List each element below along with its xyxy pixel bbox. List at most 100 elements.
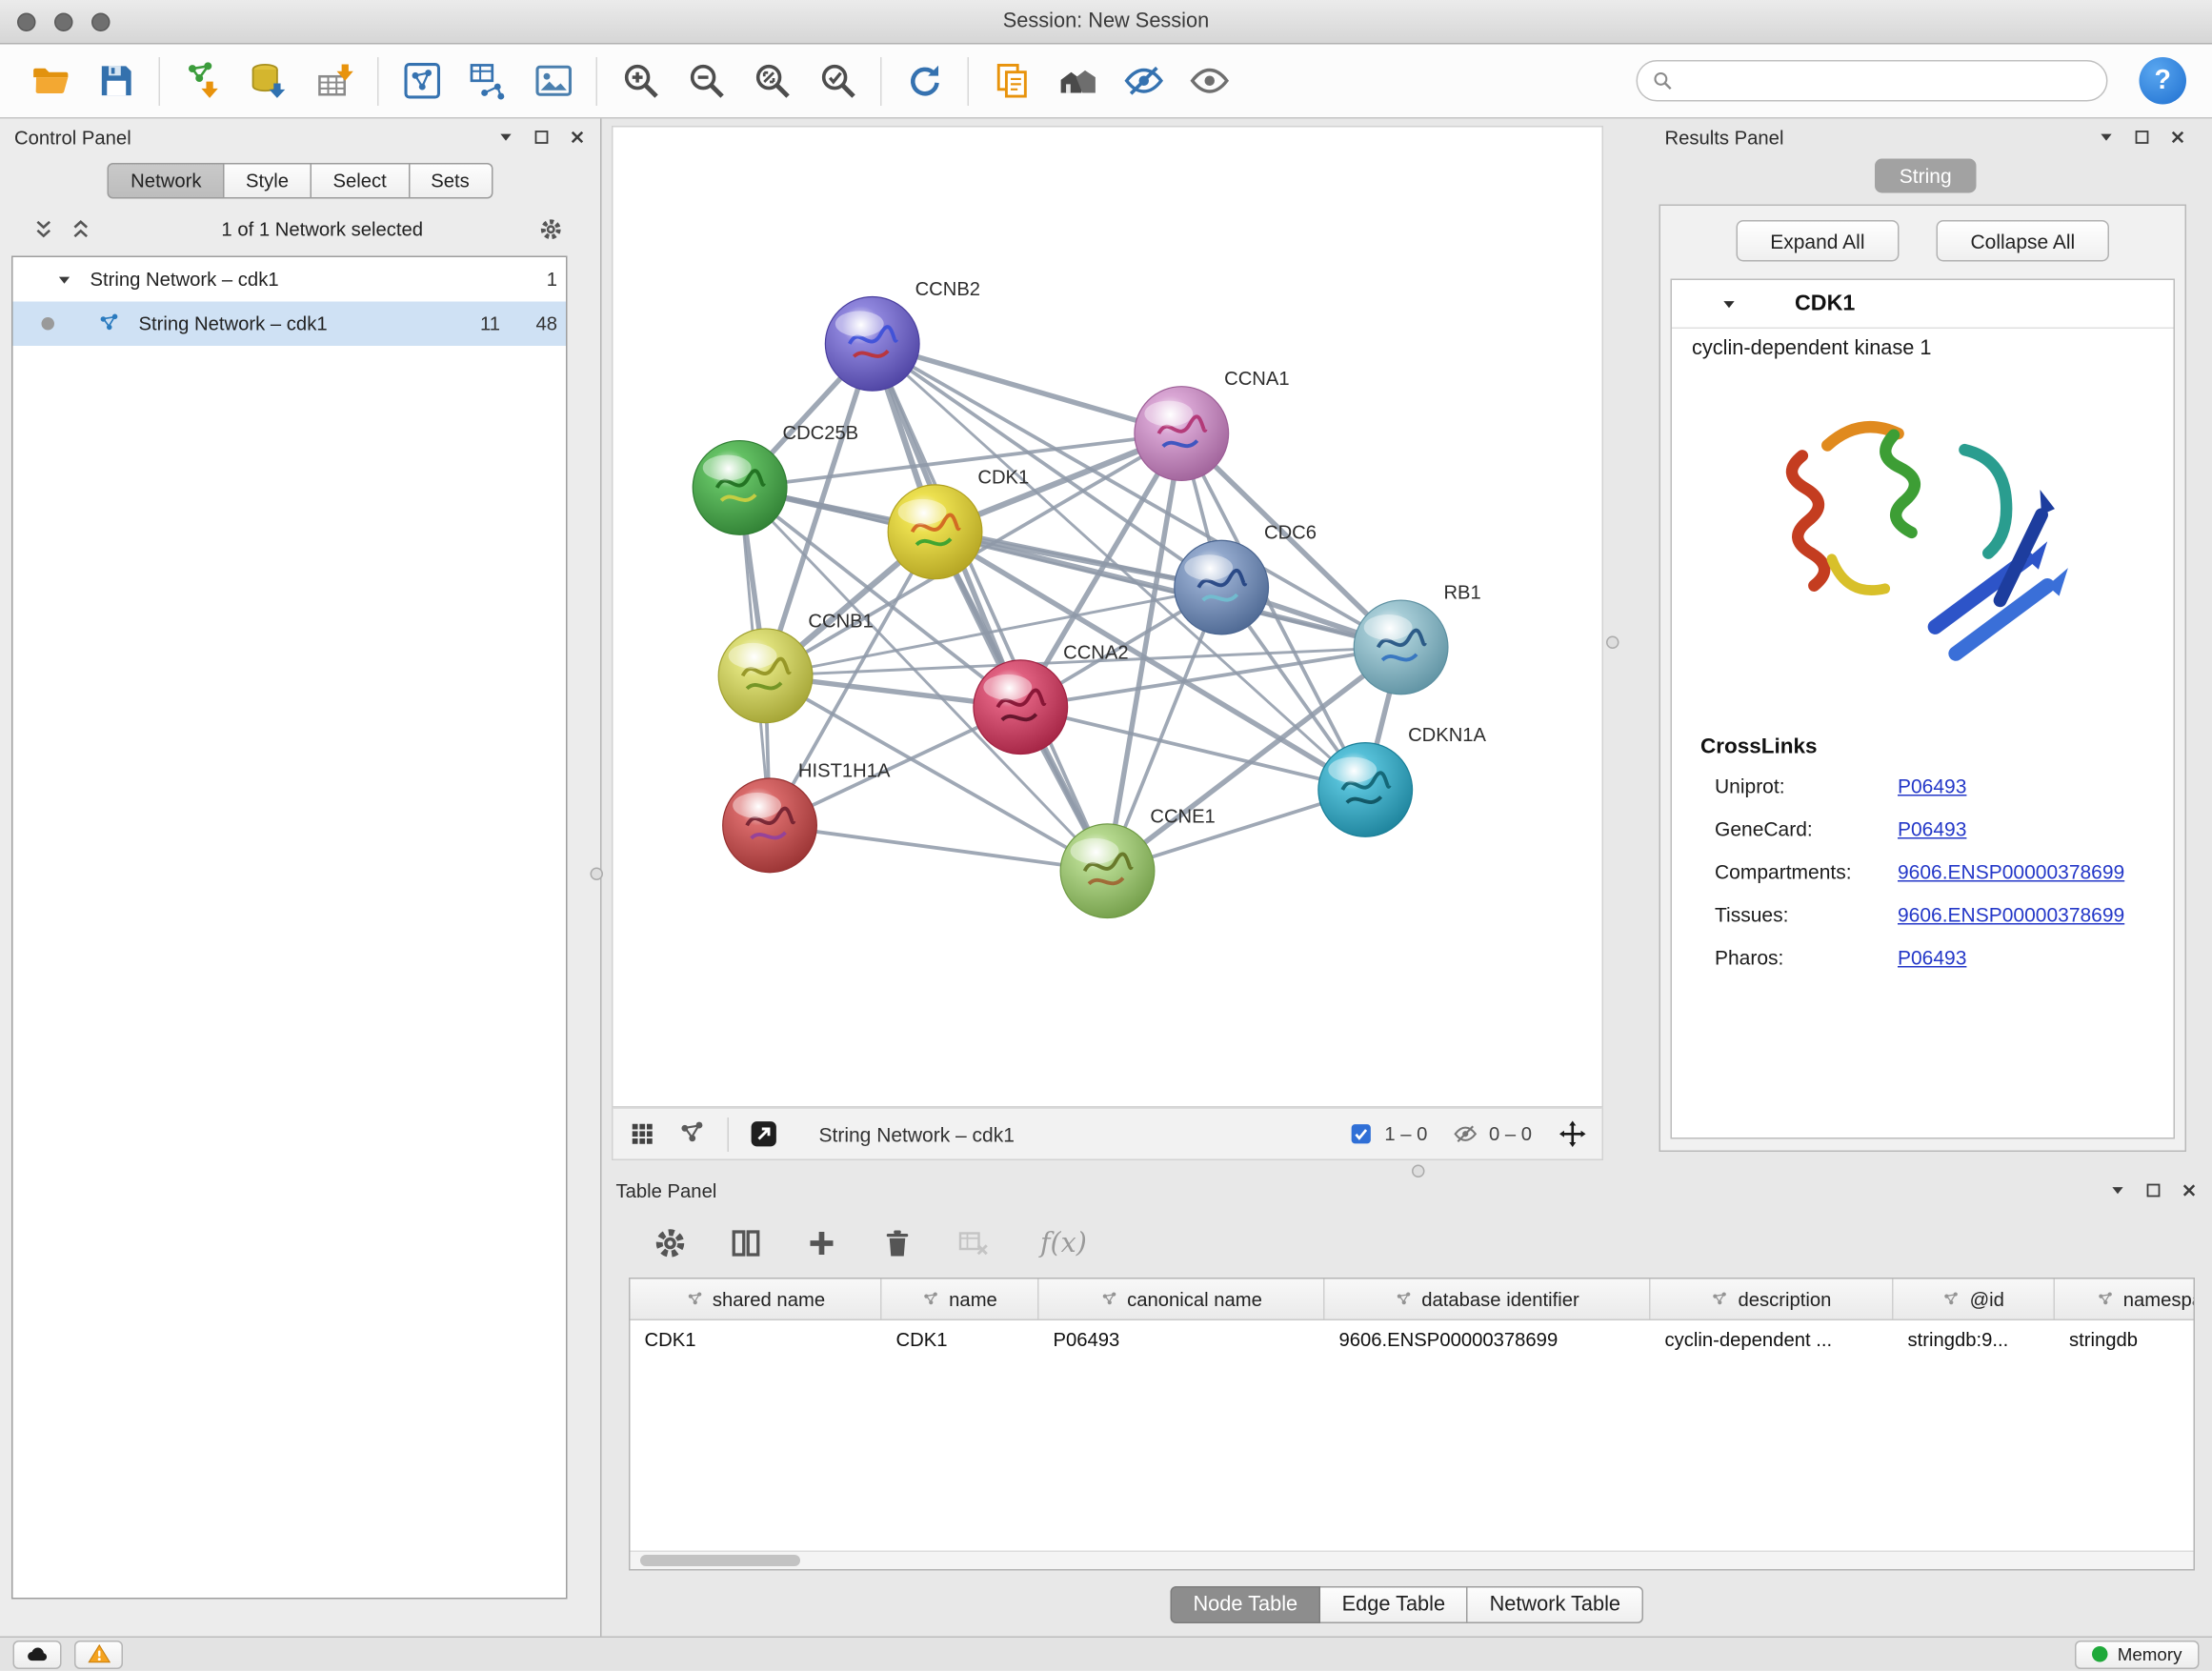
splitter-handle[interactable] bbox=[591, 868, 604, 881]
open-in-new-window-icon[interactable] bbox=[749, 1119, 779, 1150]
network-row[interactable]: String Network – cdk1 11 48 bbox=[13, 302, 567, 347]
panel-menu-icon[interactable] bbox=[497, 129, 514, 146]
table-cell[interactable]: 9606.ENSP00000378699 bbox=[1325, 1329, 1651, 1351]
network-node-cdkn1a[interactable] bbox=[1318, 743, 1413, 837]
window-minimize-button[interactable] bbox=[54, 12, 73, 31]
zoom-selected-button[interactable] bbox=[805, 50, 871, 111]
column-header-canonical-name[interactable]: canonical name bbox=[1039, 1279, 1325, 1319]
column-header-shared-name[interactable]: shared name bbox=[631, 1279, 882, 1319]
collapse-tree-icon[interactable] bbox=[31, 216, 56, 241]
tab-select[interactable]: Select bbox=[312, 163, 410, 199]
network-from-table-button[interactable] bbox=[454, 50, 520, 111]
panel-float-icon[interactable] bbox=[533, 129, 551, 146]
grid-view-icon[interactable] bbox=[628, 1119, 658, 1150]
panel-menu-icon[interactable] bbox=[2098, 129, 2115, 146]
table-cell[interactable]: CDK1 bbox=[882, 1329, 1039, 1351]
delete-column-button[interactable] bbox=[869, 1218, 926, 1269]
network-node-ccnb1[interactable] bbox=[718, 629, 813, 723]
show-graphics-button[interactable] bbox=[1176, 50, 1242, 111]
network-node-cdc25b[interactable] bbox=[693, 441, 787, 535]
hide-graphics-button[interactable] bbox=[1111, 50, 1176, 111]
expander-icon[interactable] bbox=[56, 271, 73, 288]
table-cell[interactable]: CDK1 bbox=[631, 1329, 882, 1351]
panel-float-icon[interactable] bbox=[2145, 1182, 2162, 1199]
import-table-file-button[interactable] bbox=[302, 50, 368, 111]
crosslink-link[interactable]: 9606.ENSP00000378699 bbox=[1898, 894, 2124, 936]
search-field[interactable] bbox=[1637, 60, 2108, 102]
export-image-button[interactable] bbox=[520, 50, 586, 111]
string-tab-badge[interactable]: String bbox=[1875, 159, 1976, 193]
refresh-view-button[interactable] bbox=[892, 50, 957, 111]
network-node-rb1[interactable] bbox=[1354, 600, 1448, 695]
collapse-all-button[interactable]: Collapse All bbox=[1937, 220, 2110, 262]
panel-float-icon[interactable] bbox=[2134, 129, 2151, 146]
tab-network-table[interactable]: Network Table bbox=[1468, 1586, 1643, 1623]
table-cell[interactable]: cyclin-dependent ... bbox=[1651, 1329, 1894, 1351]
network-node-hist1h1a[interactable] bbox=[723, 778, 817, 873]
tab-style[interactable]: Style bbox=[224, 163, 312, 199]
splitter-handle[interactable] bbox=[1412, 1165, 1425, 1178]
table-cell[interactable]: P06493 bbox=[1039, 1329, 1325, 1351]
protein-section-header[interactable]: CDK1 bbox=[1672, 280, 2174, 329]
network-node-ccna1[interactable] bbox=[1135, 387, 1229, 481]
network-edge[interactable] bbox=[770, 825, 1107, 871]
network-node-ccnb2[interactable] bbox=[825, 296, 919, 391]
network-canvas[interactable]: CCNB2CCNA1CDC25BCDK1CDC6RB1CCNB1CCNA2CDK… bbox=[612, 126, 1603, 1108]
tab-network[interactable]: Network bbox=[108, 163, 224, 199]
pan-move-icon[interactable] bbox=[1558, 1119, 1588, 1150]
window-close-button[interactable] bbox=[17, 12, 36, 31]
column-header-name[interactable]: name bbox=[882, 1279, 1039, 1319]
show-columns-button[interactable] bbox=[717, 1218, 774, 1269]
panel-close-icon[interactable] bbox=[2169, 129, 2186, 146]
network-node-cdk1[interactable] bbox=[888, 485, 982, 579]
section-expander-icon[interactable] bbox=[1720, 295, 1738, 312]
help-button[interactable]: ? bbox=[2140, 57, 2187, 105]
crosslink-link[interactable]: P06493 bbox=[1898, 808, 1966, 851]
window-zoom-button[interactable] bbox=[91, 12, 111, 31]
new-network-button[interactable] bbox=[389, 50, 454, 111]
expand-all-button[interactable]: Expand All bbox=[1736, 220, 1899, 262]
zoom-out-button[interactable] bbox=[674, 50, 739, 111]
network-node-cdc6[interactable] bbox=[1175, 540, 1269, 634]
tab-node-table[interactable]: Node Table bbox=[1170, 1586, 1320, 1623]
delete-table-button[interactable] bbox=[945, 1218, 1002, 1269]
save-session-button[interactable] bbox=[83, 50, 149, 111]
column-header--id[interactable]: @id bbox=[1894, 1279, 2056, 1319]
import-network-file-button[interactable] bbox=[171, 50, 236, 111]
network-collection-row[interactable]: String Network – cdk1 1 bbox=[13, 257, 567, 302]
memory-button[interactable]: Memory bbox=[2075, 1641, 2200, 1669]
table-row[interactable]: CDK1CDK1P064939606.ENSP00000378699cyclin… bbox=[631, 1320, 2194, 1359]
tab-edge-table[interactable]: Edge Table bbox=[1320, 1586, 1468, 1623]
zoom-in-button[interactable] bbox=[608, 50, 674, 111]
network-edge[interactable] bbox=[873, 344, 1108, 871]
search-input[interactable] bbox=[1683, 70, 2092, 92]
network-overview-icon[interactable] bbox=[677, 1119, 708, 1150]
create-column-button[interactable] bbox=[794, 1218, 851, 1269]
network-node-ccne1[interactable] bbox=[1060, 824, 1155, 918]
panel-menu-icon[interactable] bbox=[2109, 1182, 2126, 1199]
home-button[interactable] bbox=[1045, 50, 1111, 111]
open-session-button[interactable] bbox=[17, 50, 83, 111]
expand-tree-icon[interactable] bbox=[69, 216, 93, 241]
import-network-database-button[interactable] bbox=[236, 50, 302, 111]
copy-annotations-button[interactable] bbox=[979, 50, 1045, 111]
network-edge[interactable] bbox=[873, 344, 1182, 433]
column-header-namespac[interactable]: namespac bbox=[2055, 1279, 2195, 1319]
tab-sets[interactable]: Sets bbox=[410, 163, 493, 199]
selected-checkbox-icon[interactable] bbox=[1349, 1122, 1374, 1147]
horizontal-scrollbar[interactable] bbox=[631, 1551, 2194, 1570]
function-builder-button[interactable]: f(x) bbox=[1040, 1228, 1087, 1259]
crosslink-link[interactable]: P06493 bbox=[1898, 765, 1966, 808]
hidden-eye-slash-icon[interactable] bbox=[1453, 1122, 1478, 1147]
column-header-description[interactable]: description bbox=[1651, 1279, 1894, 1319]
table-cell[interactable]: stringdb:9... bbox=[1894, 1329, 2056, 1351]
network-node-ccna2[interactable] bbox=[974, 660, 1068, 755]
warnings-button[interactable] bbox=[74, 1641, 123, 1669]
crosslink-link[interactable]: 9606.ENSP00000378699 bbox=[1898, 851, 2124, 894]
cloud-button[interactable] bbox=[13, 1641, 62, 1669]
panel-close-icon[interactable] bbox=[2181, 1182, 2198, 1199]
scrollbar-thumb[interactable] bbox=[640, 1555, 800, 1566]
crosslink-link[interactable]: P06493 bbox=[1898, 936, 1966, 979]
zoom-fit-button[interactable] bbox=[739, 50, 805, 111]
gear-icon[interactable] bbox=[539, 216, 564, 241]
